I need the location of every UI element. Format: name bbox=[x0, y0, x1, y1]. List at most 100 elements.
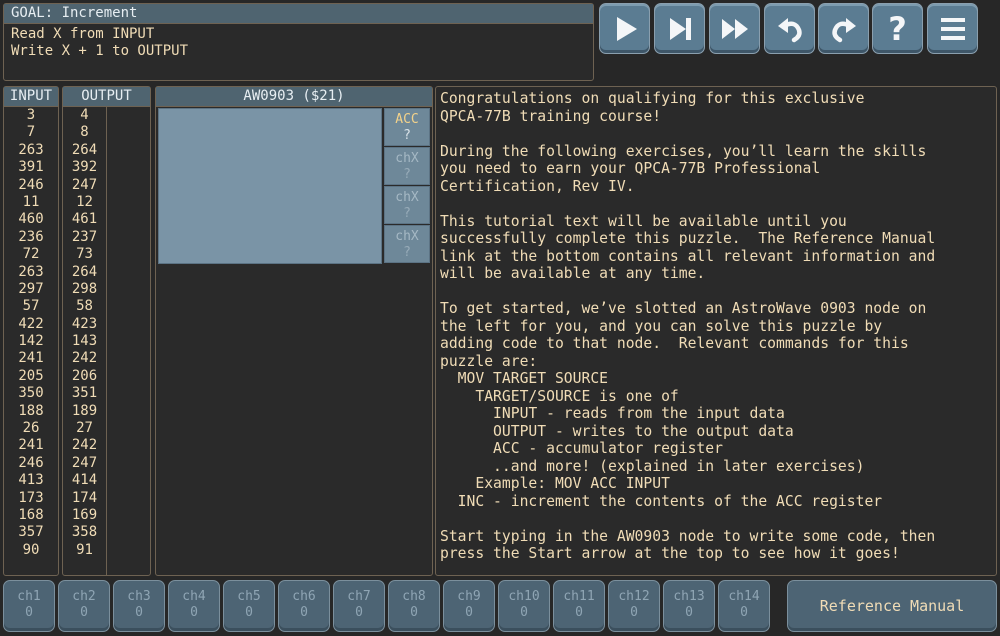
input-value: 357 bbox=[18, 524, 44, 541]
play-icon bbox=[616, 16, 637, 41]
channel-ch10[interactable]: ch10 0 bbox=[498, 580, 550, 632]
output-value: 247 bbox=[71, 176, 98, 193]
register-value: ? bbox=[403, 206, 411, 221]
fast-forward-icon bbox=[721, 18, 748, 39]
input-value: 173 bbox=[18, 489, 44, 506]
output-value: 58 bbox=[76, 298, 93, 315]
output-divider bbox=[106, 107, 107, 575]
channel-value: 0 bbox=[520, 605, 528, 620]
channel-ch2[interactable]: ch2 0 bbox=[58, 580, 110, 632]
channel-name: ch13 bbox=[673, 589, 705, 604]
input-value: 57 bbox=[22, 298, 40, 315]
channel-value: 0 bbox=[135, 605, 143, 620]
register-value: ? bbox=[403, 128, 411, 143]
register-chx: chX ? bbox=[384, 186, 430, 224]
channel-value: 0 bbox=[740, 605, 748, 620]
goal-line: Write X + 1 to OUTPUT bbox=[11, 43, 189, 59]
channel-value: 0 bbox=[685, 605, 693, 620]
step-button[interactable] bbox=[654, 3, 705, 54]
channel-name: ch9 bbox=[457, 589, 481, 604]
output-value: 189 bbox=[71, 402, 98, 419]
undo-button[interactable] bbox=[764, 3, 815, 54]
channel-ch9[interactable]: ch9 0 bbox=[443, 580, 495, 632]
output-value: 4 bbox=[80, 107, 89, 123]
channel-value: 0 bbox=[190, 605, 198, 620]
goal-description: Read X from INPUT Write X + 1 to OUTPUT bbox=[4, 24, 593, 62]
channel-name: ch10 bbox=[508, 589, 540, 604]
question-icon: ? bbox=[888, 9, 907, 48]
register-chx: chX ? bbox=[384, 225, 430, 263]
play-button[interactable] bbox=[599, 3, 650, 54]
channel-ch4[interactable]: ch4 0 bbox=[168, 580, 220, 632]
input-value: 350 bbox=[18, 385, 44, 402]
register-value: ? bbox=[403, 167, 411, 182]
input-header: INPUT bbox=[4, 87, 58, 107]
reference-manual-button[interactable]: Reference Manual bbox=[787, 580, 997, 632]
output-value: 73 bbox=[76, 246, 93, 263]
input-value: 263 bbox=[18, 141, 44, 158]
channel-ch1[interactable]: ch1 0 bbox=[3, 580, 55, 632]
help-button[interactable]: ? bbox=[872, 3, 923, 54]
output-value: 392 bbox=[71, 159, 98, 176]
input-value: 168 bbox=[18, 506, 44, 523]
channel-value: 0 bbox=[300, 605, 308, 620]
output-value: 143 bbox=[71, 333, 98, 350]
channel-name: ch7 bbox=[347, 589, 371, 604]
register-name: chX bbox=[395, 229, 419, 244]
output-value: 237 bbox=[71, 228, 98, 245]
input-value: 72 bbox=[22, 246, 40, 263]
channel-ch11[interactable]: ch11 0 bbox=[553, 580, 605, 632]
output-value: 174 bbox=[71, 489, 98, 506]
channel-ch12[interactable]: ch12 0 bbox=[608, 580, 660, 632]
channel-name: ch12 bbox=[618, 589, 650, 604]
input-values: 3 7 263 391 246 11 460 236 72 263 297 57 422 142 241 20… bbox=[4, 107, 58, 559]
input-value: 142 bbox=[18, 333, 44, 350]
step-icon bbox=[669, 17, 691, 40]
fast-forward-button[interactable] bbox=[709, 3, 760, 54]
undo-icon bbox=[777, 17, 802, 42]
channel-ch8[interactable]: ch8 0 bbox=[388, 580, 440, 632]
channel-name: ch2 bbox=[72, 589, 96, 604]
node-panel: AW0903 ($21) ACC ? chX ? chX ? chX ? bbox=[155, 86, 433, 576]
input-value: 460 bbox=[18, 211, 44, 228]
channel-ch14[interactable]: ch14 0 bbox=[718, 580, 770, 632]
output-value: 351 bbox=[71, 385, 98, 402]
output-value: 242 bbox=[71, 437, 98, 454]
channel-ch13[interactable]: ch13 0 bbox=[663, 580, 715, 632]
channel-value: 0 bbox=[245, 605, 253, 620]
goal-line: Read X from INPUT bbox=[11, 26, 155, 42]
register-chx: chX ? bbox=[384, 147, 430, 185]
code-editor[interactable] bbox=[158, 108, 382, 264]
input-value: 11 bbox=[22, 193, 40, 210]
input-value: 246 bbox=[18, 176, 44, 193]
output-value: 247 bbox=[71, 454, 98, 471]
register-name: ACC bbox=[395, 112, 419, 127]
output-value: 27 bbox=[76, 420, 93, 437]
channel-name: ch3 bbox=[127, 589, 151, 604]
redo-button[interactable] bbox=[818, 3, 869, 54]
channel-value: 0 bbox=[25, 605, 33, 620]
channel-name: ch6 bbox=[292, 589, 316, 604]
output-value: 423 bbox=[71, 315, 98, 332]
output-values: 4 8 264 392 247 12 461 237 73 264 298 58 423 143 242 20… bbox=[63, 107, 106, 559]
input-value: 391 bbox=[18, 159, 44, 176]
channel-name: ch8 bbox=[402, 589, 426, 604]
output-header: OUTPUT bbox=[63, 87, 150, 107]
channel-ch7[interactable]: ch7 0 bbox=[333, 580, 385, 632]
input-value: 3 bbox=[26, 107, 36, 123]
channel-value: 0 bbox=[355, 605, 363, 620]
input-value: 26 bbox=[22, 420, 40, 437]
output-value: 414 bbox=[71, 472, 98, 489]
input-value: 246 bbox=[18, 454, 44, 471]
channel-ch6[interactable]: ch6 0 bbox=[278, 580, 330, 632]
register-name: chX bbox=[395, 151, 419, 166]
input-value: 413 bbox=[18, 472, 44, 489]
channel-ch3[interactable]: ch3 0 bbox=[113, 580, 165, 632]
output-value: 169 bbox=[71, 506, 98, 523]
menu-icon bbox=[940, 17, 965, 40]
menu-button[interactable] bbox=[927, 3, 978, 54]
input-value: 263 bbox=[18, 263, 44, 280]
channel-ch5[interactable]: ch5 0 bbox=[223, 580, 275, 632]
output-value: 264 bbox=[71, 263, 98, 280]
input-value: 188 bbox=[18, 402, 44, 419]
